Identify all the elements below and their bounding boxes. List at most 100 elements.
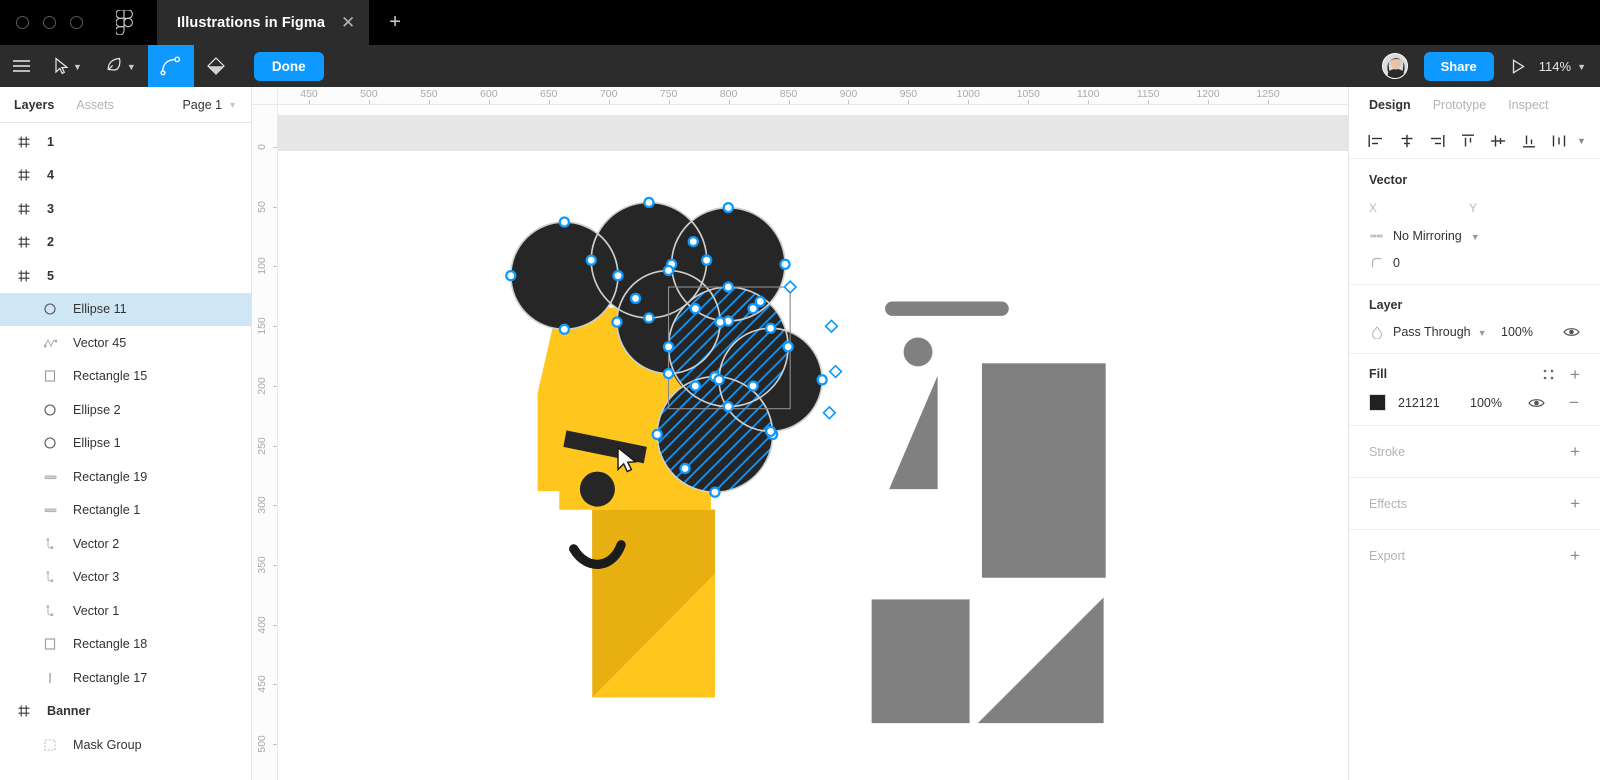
left-panel: Layers Assets Page 1 ▼ 1 4 3 2 5 Ellipse 11 Ve… — [0, 87, 252, 780]
vector-small-icon — [40, 571, 60, 583]
document-tab[interactable]: Illustrations in Figma ✕ — [157, 0, 370, 45]
bend-tool-button[interactable] — [147, 45, 194, 87]
vector-mirroring-row[interactable]: No Mirroring ▼ — [1369, 229, 1580, 243]
layers-list: 1 4 3 2 5 Ellipse 11 Vector 45 Rectangle 15 Elli… — [0, 123, 251, 780]
layer-row[interactable]: Vector 45 — [0, 326, 251, 360]
layer-row[interactable]: 5 — [0, 259, 251, 293]
layer-blend-row[interactable]: Pass Through ▼ 100% — [1349, 325, 1600, 353]
user-avatar[interactable] — [1381, 53, 1408, 79]
window-close-button[interactable] — [16, 16, 29, 29]
layer-row[interactable]: Vector 2 — [0, 527, 251, 561]
align-horizontal-center-icon[interactable] — [1394, 128, 1420, 154]
plus-icon[interactable]: + — [1570, 495, 1580, 512]
layer-row[interactable]: Vector 1 — [0, 594, 251, 628]
blend-mode-icon — [1369, 325, 1384, 339]
plus-icon[interactable]: + — [1570, 547, 1580, 564]
layer-opacity-value[interactable]: 100% — [1501, 325, 1533, 339]
minus-icon[interactable]: − — [1569, 394, 1579, 411]
layer-row[interactable]: Rectangle 18 — [0, 628, 251, 662]
frame-icon — [14, 705, 34, 717]
pen-tool-button[interactable]: ▼ — [94, 45, 148, 87]
layer-row[interactable]: Mask Group — [0, 728, 251, 762]
layer-row-label: Rectangle 17 — [73, 670, 148, 685]
layer-row[interactable]: Banner — [0, 695, 251, 729]
illustration-artwork — [505, 196, 1106, 724]
chevron-down-icon[interactable]: ▼ — [73, 62, 82, 72]
layer-row[interactable]: Rectangle 17 — [0, 661, 251, 695]
chevron-down-icon[interactable]: ▼ — [127, 62, 136, 72]
style-grid-icon[interactable] — [1543, 369, 1554, 380]
chevron-down-icon[interactable]: ▼ — [1471, 232, 1480, 242]
tab-layers[interactable]: Layers — [14, 98, 54, 112]
figma-app-window: Illustrations in Figma ✕ + ▼ ▼ Done Shar… — [0, 0, 1600, 780]
bend-curve-icon — [160, 56, 180, 76]
share-button[interactable]: Share — [1423, 51, 1494, 81]
eye-icon[interactable] — [1528, 397, 1545, 409]
canvas-area[interactable]: 450 500 550 600 650 700 750 800 850 900 950 1000 105… — [252, 87, 1348, 780]
close-icon[interactable]: ✕ — [341, 14, 355, 31]
plus-icon[interactable]: + — [1570, 443, 1580, 460]
layer-row[interactable]: Rectangle 15 — [0, 360, 251, 394]
chevron-down-icon[interactable]: ▼ — [228, 101, 237, 110]
align-vertical-center-icon[interactable] — [1485, 128, 1511, 154]
layer-row[interactable]: 3 — [0, 192, 251, 226]
layer-row-label: Rectangle 1 — [73, 503, 141, 518]
tab-prototype[interactable]: Prototype — [1433, 98, 1487, 112]
vector-xy-row: X Y — [1369, 201, 1580, 215]
layer-row[interactable]: Rectangle 1 — [0, 494, 251, 528]
align-bottom-icon[interactable] — [1516, 128, 1542, 154]
tab-assets[interactable]: Assets — [76, 98, 114, 112]
layer-row[interactable]: Ellipse 1 — [0, 427, 251, 461]
paint-bucket-button[interactable] — [194, 45, 238, 87]
chevron-down-icon[interactable]: ▼ — [1478, 328, 1487, 338]
layer-row[interactable]: Ellipse 11 — [0, 292, 251, 326]
done-button[interactable]: Done — [253, 51, 324, 81]
vector-y-field[interactable]: Y — [1469, 201, 1569, 215]
layer-row[interactable]: Vector 3 — [0, 561, 251, 595]
tab-inspect[interactable]: Inspect — [1508, 98, 1548, 112]
export-section-header: Export + — [1349, 530, 1600, 581]
window-zoom-button[interactable] — [70, 16, 83, 29]
chevron-down-icon[interactable]: ▼ — [1577, 137, 1586, 146]
right-panel: Design Prototype Inspect ▼ Vector X Y No… — [1348, 87, 1600, 780]
zoom-level-control[interactable]: 114% ▼ — [1539, 59, 1586, 74]
eye-icon[interactable] — [1563, 326, 1580, 338]
fill-section: Fill + 212121 100% − — [1349, 354, 1600, 426]
chevron-down-icon[interactable]: ▼ — [1577, 62, 1586, 72]
align-left-icon[interactable] — [1363, 128, 1389, 154]
vector-section-title: Vector — [1369, 173, 1408, 187]
vector-mirroring-value: No Mirroring — [1393, 229, 1462, 243]
vertical-ruler: 0 50 100 150 200 250 300 350 400 450 500 — [252, 87, 278, 780]
layer-row-label: 3 — [47, 201, 55, 216]
hamburger-menu-icon[interactable] — [0, 45, 42, 87]
layer-row[interactable]: Ellipse 2 — [0, 393, 251, 427]
plus-icon[interactable]: + — [1570, 366, 1580, 383]
tab-design[interactable]: Design — [1369, 98, 1411, 112]
align-right-icon[interactable] — [1424, 128, 1450, 154]
fill-hex-value[interactable]: 212121 — [1398, 396, 1470, 410]
vector-small-icon — [40, 605, 60, 617]
stroke-section-title: Stroke — [1369, 444, 1406, 459]
layer-row[interactable]: 1 — [0, 125, 251, 159]
page-selector[interactable]: Page 1 ▼ — [182, 98, 237, 112]
horizontal-ruler: 450 500 550 600 650 700 750 800 850 900 950 1000 105… — [252, 87, 1348, 105]
layer-row[interactable]: Rectangle 19 — [0, 460, 251, 494]
window-minimize-button[interactable] — [43, 16, 56, 29]
document-tab-title: Illustrations in Figma — [177, 14, 326, 31]
frame-icon — [14, 203, 34, 215]
layer-row[interactable]: 4 — [0, 159, 251, 193]
plus-icon[interactable]: + — [389, 11, 401, 34]
fill-opacity-value[interactable]: 100% — [1470, 396, 1528, 410]
layer-row[interactable]: 2 — [0, 226, 251, 260]
fill-color-swatch[interactable] — [1369, 394, 1386, 411]
vector-x-field[interactable]: X — [1369, 201, 1469, 215]
layer-section: Layer Pass Through ▼ 100% — [1349, 285, 1600, 354]
distribute-icon[interactable] — [1546, 128, 1572, 154]
move-tool-button[interactable]: ▼ — [42, 45, 94, 87]
present-button[interactable] — [1494, 58, 1539, 74]
title-bar: Illustrations in Figma ✕ + — [0, 0, 1600, 45]
vector-corner-radius-row[interactable]: 0 — [1369, 256, 1580, 270]
align-top-icon[interactable] — [1455, 128, 1481, 154]
export-section: Export + — [1349, 530, 1600, 581]
layer-row-label: Banner — [47, 704, 91, 719]
